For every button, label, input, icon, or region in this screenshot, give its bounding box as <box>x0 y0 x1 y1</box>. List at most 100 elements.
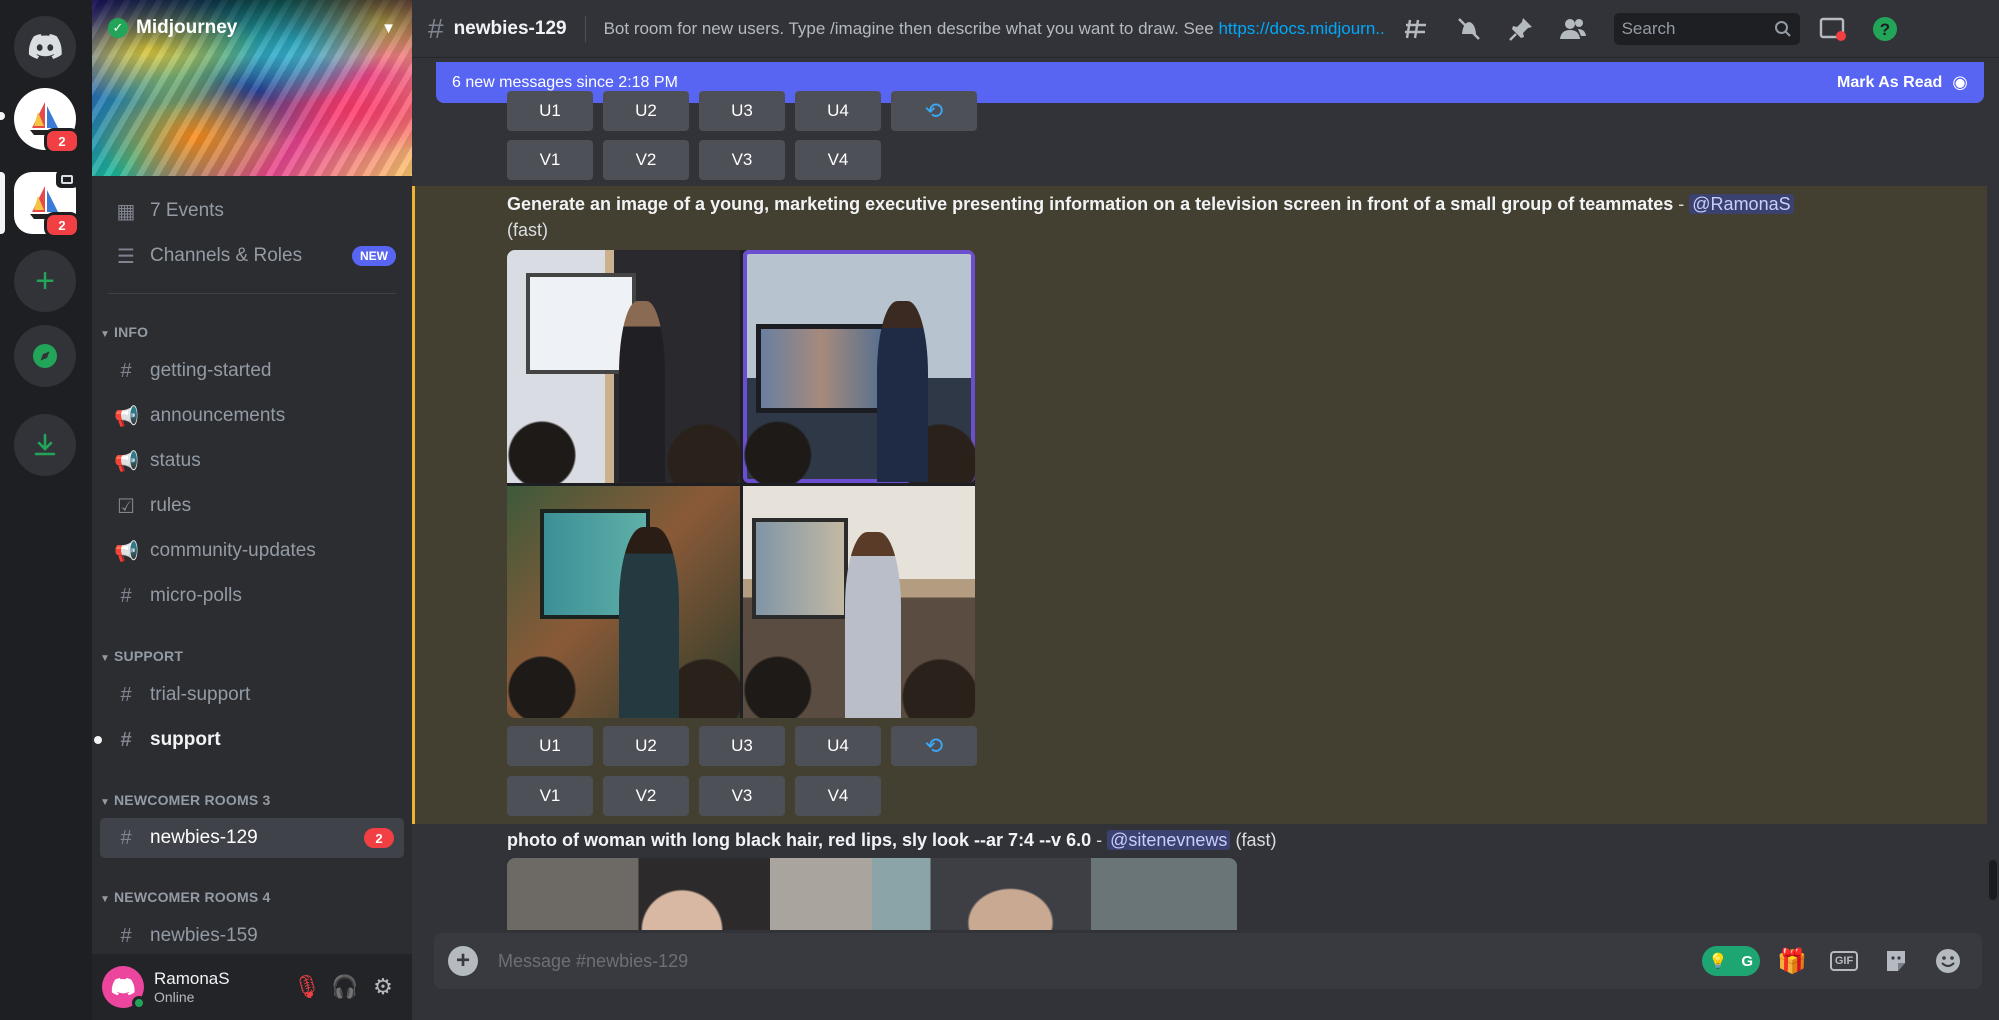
message-composer: + Message #newbies-129 💡 G 🎁 GIF <box>434 933 1982 989</box>
reroll-button[interactable]: ⟲ <box>891 91 977 131</box>
calendar-icon: ▦ <box>116 200 136 223</box>
scrollbar-thumb[interactable] <box>1989 860 1997 900</box>
discord-home-button[interactable] <box>14 16 76 78</box>
hash-icon: # <box>120 728 132 751</box>
channel-getting-started[interactable]: # getting-started <box>100 351 404 391</box>
image-grid[interactable] <box>507 250 975 718</box>
gift-icon: 🎁 <box>1777 947 1807 975</box>
message-input[interactable]: Message #newbies-129 <box>498 951 1702 972</box>
sticker-button[interactable] <box>1876 941 1916 981</box>
gift-button[interactable]: 🎁 <box>1772 941 1812 981</box>
reroll-button[interactable]: ⟲ <box>891 726 977 766</box>
channels-roles-link[interactable]: ☰ Channels & Roles NEW <box>100 236 404 276</box>
category-newcomer-rooms-3[interactable]: ▼ NEWCOMER ROOMS 3 <box>100 792 270 808</box>
user-info[interactable]: RamonaS Online <box>154 969 288 1005</box>
help-icon: ? <box>1872 16 1897 41</box>
channel-newbies-159[interactable]: # newbies-159 <box>100 916 404 956</box>
upscale-button-u2[interactable]: U2 <box>603 726 689 766</box>
channel-title: newbies-129 <box>453 17 567 39</box>
channel-trial-support[interactable]: # trial-support <box>100 675 404 715</box>
upscale-button-u4[interactable]: U4 <box>795 91 881 131</box>
channel-announcements[interactable]: 📢 announcements <box>100 396 404 436</box>
variation-button-v4[interactable]: V4 <box>795 776 881 816</box>
upscale-button-u3[interactable]: U3 <box>699 726 785 766</box>
member-list-button[interactable] <box>1554 10 1592 48</box>
generated-image-preview[interactable] <box>507 858 1237 930</box>
events-link[interactable]: ▦ 7 Events <box>100 191 404 231</box>
server-rail: 2 2 + <box>0 0 92 1020</box>
message-mode: (fast) <box>1235 830 1277 850</box>
channel-community-updates[interactable]: 📢 community-updates <box>100 531 404 571</box>
upscale-button-u1[interactable]: U1 <box>507 726 593 766</box>
variation-button-v1[interactable]: V1 <box>507 140 593 180</box>
emoji-button[interactable] <box>1928 941 1968 981</box>
variation-button-v2[interactable]: V2 <box>603 776 689 816</box>
add-server-button[interactable]: + <box>14 250 76 312</box>
attach-button[interactable]: + <box>448 946 478 976</box>
threads-button[interactable] <box>1398 10 1436 48</box>
inbox-button[interactable] <box>1814 10 1852 48</box>
members-icon <box>1559 18 1586 39</box>
hash-icon: # <box>120 359 132 382</box>
upscale-button-row: U1 U2 U3 U4 ⟲ <box>507 726 977 766</box>
category-support[interactable]: ▼ SUPPORT <box>100 648 183 664</box>
server-midjourney[interactable]: 2 <box>14 88 80 154</box>
upscale-button-u1[interactable]: U1 <box>507 91 593 131</box>
channel-newbies-129[interactable]: # newbies-129 2 <box>100 818 404 858</box>
channel-support[interactable]: # support <box>94 720 404 760</box>
generated-image-1[interactable] <box>507 250 740 483</box>
search-input[interactable]: Search <box>1613 12 1800 45</box>
variation-button-row: V1 V2 V3 V4 <box>507 140 881 180</box>
server-midjourney-active[interactable]: 2 <box>14 170 80 238</box>
selected-pill <box>0 172 5 234</box>
generated-image-3[interactable] <box>507 485 740 718</box>
plus-icon: + <box>455 947 470 974</box>
explore-button[interactable] <box>14 325 76 387</box>
user-settings-button[interactable]: ⚙ <box>364 968 402 1006</box>
verified-icon: ✓ <box>108 18 128 38</box>
variation-button-v2[interactable]: V2 <box>603 140 689 180</box>
generated-image-4[interactable] <box>742 485 975 718</box>
download-icon <box>34 433 56 456</box>
channel-rules[interactable]: ☑ rules <box>100 486 404 526</box>
avatar[interactable] <box>102 966 146 1010</box>
chevron-down-icon: ▼ <box>381 19 396 37</box>
upscale-button-u3[interactable]: U3 <box>699 91 785 131</box>
category-info[interactable]: ▼ INFO <box>100 324 148 340</box>
variation-button-v3[interactable]: V3 <box>699 140 785 180</box>
user-mention[interactable]: @RamonaS <box>1689 194 1794 214</box>
server-header[interactable]: ✓ Midjourney ▼ <box>92 0 412 56</box>
unread-pill <box>0 112 5 120</box>
channel-micro-polls[interactable]: # micro-polls <box>100 576 404 616</box>
variation-button-v1[interactable]: V1 <box>507 776 593 816</box>
online-status-icon <box>132 996 146 1010</box>
variation-button-v3[interactable]: V3 <box>699 776 785 816</box>
channel-status[interactable]: 📢 status <box>100 441 404 481</box>
unread-badge: 2 <box>44 128 80 154</box>
channel-topic[interactable]: Bot room for new users. Type /imagine th… <box>604 19 1384 39</box>
inbox-icon <box>1819 17 1846 41</box>
variation-button-v4[interactable]: V4 <box>795 140 881 180</box>
help-button[interactable]: ? <box>1866 10 1904 48</box>
screen-share-icon <box>56 170 78 188</box>
new-badge: NEW <box>352 246 396 266</box>
generated-image-2[interactable] <box>742 250 975 483</box>
topic-link[interactable]: https://docs.midjourn... <box>1218 19 1383 38</box>
grammarly-button[interactable]: 💡 G <box>1702 946 1760 976</box>
message-2-text: photo of woman with long black hair, red… <box>507 830 1277 850</box>
chevron-down-icon: ▼ <box>100 797 111 808</box>
download-apps-button[interactable] <box>14 414 76 476</box>
upscale-button-u2[interactable]: U2 <box>603 91 689 131</box>
upscale-button-u4[interactable]: U4 <box>795 726 881 766</box>
variation-button-row: V1 V2 V3 V4 <box>507 776 881 816</box>
category-newcomer-rooms-4[interactable]: ▼ NEWCOMER ROOMS 4 <box>100 889 270 905</box>
mute-button[interactable]: 🎙 <box>288 968 326 1006</box>
gear-icon: ⚙ <box>373 974 393 999</box>
user-mention[interactable]: @sitenevnews <box>1107 830 1231 850</box>
pinned-messages-button[interactable] <box>1502 10 1540 48</box>
deafen-button[interactable]: 🎧 <box>326 968 364 1006</box>
mark-as-read-button[interactable]: Mark As Read ◉ <box>1837 72 1968 93</box>
gif-button[interactable]: GIF <box>1824 941 1864 981</box>
notification-settings-button[interactable] <box>1450 10 1488 48</box>
search-icon <box>1774 20 1791 37</box>
